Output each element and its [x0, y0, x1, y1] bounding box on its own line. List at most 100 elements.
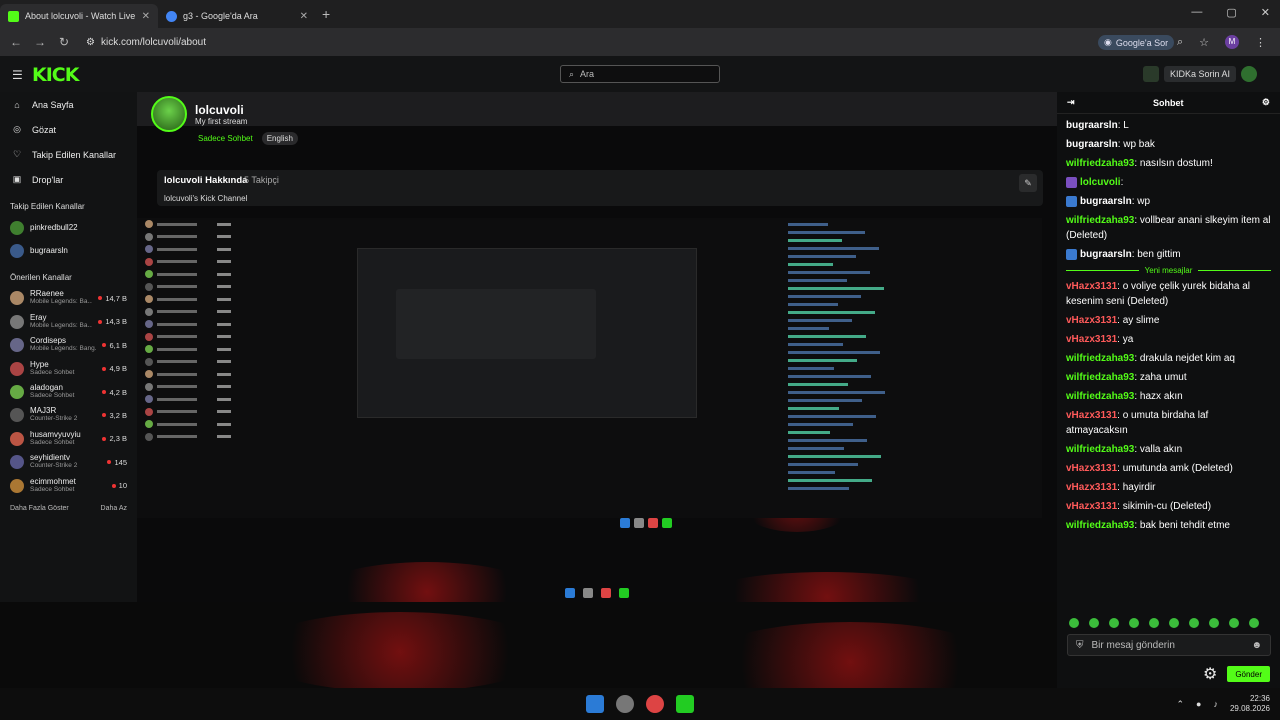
tab-kick-about[interactable]: About lolcuvoli - Watch Live o... ✕ [0, 4, 158, 28]
chat-username[interactable]: bugraarsln [1066, 139, 1118, 150]
app-icon[interactable] [616, 695, 634, 713]
recommended-channel[interactable]: Hype Sadece Sohbet 4,9 B [0, 357, 137, 380]
menu-dots-icon[interactable]: ⋮ [1255, 36, 1266, 49]
sidebar-item-browse[interactable]: ◎ Gözat [0, 117, 137, 142]
reload-icon[interactable]: ↻ [52, 35, 76, 49]
emote-icon[interactable] [1129, 618, 1139, 628]
clock[interactable]: 22:36 29.08.2026 [1230, 694, 1270, 714]
nested-chat-line [788, 335, 866, 338]
wallpaper-flame [250, 612, 550, 692]
show-more-link[interactable]: Daha Fazla Göster [10, 505, 69, 512]
emote-icon[interactable] [1249, 618, 1259, 628]
whatsapp-icon[interactable] [676, 695, 694, 713]
recommended-channel[interactable]: aladogan Sadece Sohbet 4,2 B [0, 380, 137, 403]
chat-username[interactable]: bugraarsln [1080, 249, 1132, 260]
tag-language[interactable]: English [261, 132, 298, 145]
chat-username[interactable]: wilfriedzaha93 [1066, 353, 1134, 364]
chat-username[interactable]: bugraarsln [1080, 196, 1132, 207]
sidebar-item-following[interactable]: ♡ Takip Edilen Kanallar [0, 142, 137, 167]
emote-icon[interactable] [1089, 618, 1099, 628]
search-input[interactable]: ⌕ Ara [560, 65, 720, 83]
chat-message: wilfriedzaha93: zaha umut [1066, 370, 1271, 385]
chat-username[interactable]: lolcuvoli [1080, 177, 1121, 188]
chat-username[interactable]: wilfriedzaha93 [1066, 372, 1134, 383]
channel-category: Sadece Sohbet [30, 368, 75, 376]
close-tab-icon[interactable]: ✕ [142, 11, 150, 22]
chat-username[interactable]: wilfriedzaha93 [1066, 158, 1134, 169]
followed-channel[interactable]: pinkredbull22 [0, 216, 137, 239]
mic-icon[interactable]: ● [1196, 699, 1201, 709]
channel-category: Counter-Strike 2 [30, 462, 78, 470]
avatar [10, 314, 24, 329]
tab-google-search[interactable]: g3 - Google'da Ara ✕ [158, 4, 316, 28]
chevron-up-icon[interactable]: ⌃ [1176, 699, 1184, 710]
live-dot-icon [107, 460, 112, 465]
chat-username[interactable]: wilfriedzaha93 [1066, 391, 1134, 402]
chat-send-row: ⚙ Gönder [1057, 664, 1280, 684]
minimize-icon[interactable]: — [1191, 6, 1202, 19]
emoji-icon[interactable]: ☻ [1251, 640, 1262, 651]
emote-icon[interactable] [1229, 618, 1239, 628]
user-avatar[interactable] [1241, 66, 1258, 82]
site-info-icon[interactable]: ⚙ [86, 37, 95, 48]
ai-button[interactable]: KIDKa Sorin AI [1164, 66, 1237, 82]
chat-settings-icon[interactable]: ⚙ [1262, 97, 1270, 108]
sidebar-item-home[interactable]: ⌂ Ana Sayfa [0, 92, 137, 117]
profile-avatar[interactable]: M [1225, 35, 1239, 49]
google-lens-chip[interactable]: ◉ Google'a Sor [1098, 35, 1175, 50]
close-window-icon[interactable]: ✕ [1261, 6, 1270, 19]
chat-settings-gear-icon[interactable]: ⚙ [1203, 664, 1217, 684]
chat-username[interactable]: wilfriedzaha93 [1066, 215, 1134, 226]
url-field[interactable]: ⚙ kick.com/lolcuvoli/about [86, 37, 206, 48]
streamer-avatar[interactable] [151, 96, 187, 132]
recommended-channel[interactable]: MAJ3R Counter-Strike 2 3,2 B [0, 404, 137, 427]
bookmark-star-icon[interactable]: ☆ [1199, 36, 1209, 49]
live-dot-icon [98, 319, 103, 324]
chat-username[interactable]: vHazx3131 [1066, 281, 1117, 292]
speaker-icon[interactable]: ♪ [1213, 699, 1218, 709]
emote-icon[interactable] [1189, 618, 1199, 628]
zoom-icon[interactable]: ⌕ [1177, 36, 1183, 49]
chat-username[interactable]: wilfriedzaha93 [1066, 444, 1134, 455]
hamburger-menu-icon[interactable]: ☰ [12, 68, 23, 82]
emote-icon[interactable] [1149, 618, 1159, 628]
recommended-channel[interactable]: seyhidientv Counter-Strike 2 145 [0, 451, 137, 474]
recommended-channel[interactable]: Cordiseps Mobile Legends: Bang... 6,1 B [0, 334, 137, 357]
recommended-channel[interactable]: ecimmohmet Sadece Sohbet 10 [0, 474, 137, 497]
emote-icon[interactable] [1069, 618, 1079, 628]
maximize-icon[interactable]: ▢ [1226, 6, 1236, 19]
forward-icon[interactable]: → [28, 35, 52, 49]
edit-icon[interactable]: ✎ [1019, 174, 1037, 192]
new-tab-button[interactable]: + [322, 6, 330, 22]
desktop-wallpaper [0, 602, 1057, 702]
emote-icon[interactable] [1209, 618, 1219, 628]
chat-username[interactable]: wilfriedzaha93 [1066, 520, 1134, 531]
compass-icon: ◎ [13, 124, 21, 134]
recommended-channel[interactable]: husamvyuvyiu Sadece Sohbet 2,3 B [0, 427, 137, 450]
chat-username[interactable]: vHazx3131 [1066, 463, 1117, 474]
send-button[interactable]: Gönder [1227, 666, 1270, 682]
windows-start-icon[interactable] [586, 695, 604, 713]
chat-username[interactable]: vHazx3131 [1066, 501, 1117, 512]
emote-icon[interactable] [1109, 618, 1119, 628]
back-icon[interactable]: ← [4, 35, 28, 49]
streamer-name[interactable]: lolcuvoli [195, 103, 247, 117]
recommended-channel[interactable]: Eray Mobile Legends: Ba... 14,3 B [0, 310, 137, 333]
chat-username[interactable]: vHazx3131 [1066, 334, 1117, 345]
chat-username[interactable]: vHazx3131 [1066, 315, 1117, 326]
chrome-icon[interactable] [646, 695, 664, 713]
sidebar-item-drops[interactable]: ▣ Drop'lar [0, 167, 137, 192]
chat-username[interactable]: bugraarsln [1066, 120, 1118, 131]
kick-logo[interactable]: KICK [32, 64, 79, 86]
recommended-channel[interactable]: RRaenee Mobile Legends: Ba... 14,7 B [0, 287, 137, 310]
chat-username[interactable]: vHazx3131 [1066, 410, 1117, 421]
chat-username[interactable]: vHazx3131 [1066, 482, 1117, 493]
collapse-chat-icon[interactable]: ⇥ [1067, 97, 1075, 108]
close-tab-icon[interactable]: ✕ [300, 11, 308, 22]
app-icon[interactable] [1143, 66, 1159, 82]
show-less-link[interactable]: Daha Az [101, 505, 127, 512]
followed-channel[interactable]: bugraarsln [0, 239, 137, 262]
emote-icon[interactable] [1169, 618, 1179, 628]
tag-category[interactable]: Sadece Sohbet [193, 132, 258, 145]
chat-input[interactable]: ⛨ Bir mesaj gönderin ☻ [1067, 634, 1271, 656]
